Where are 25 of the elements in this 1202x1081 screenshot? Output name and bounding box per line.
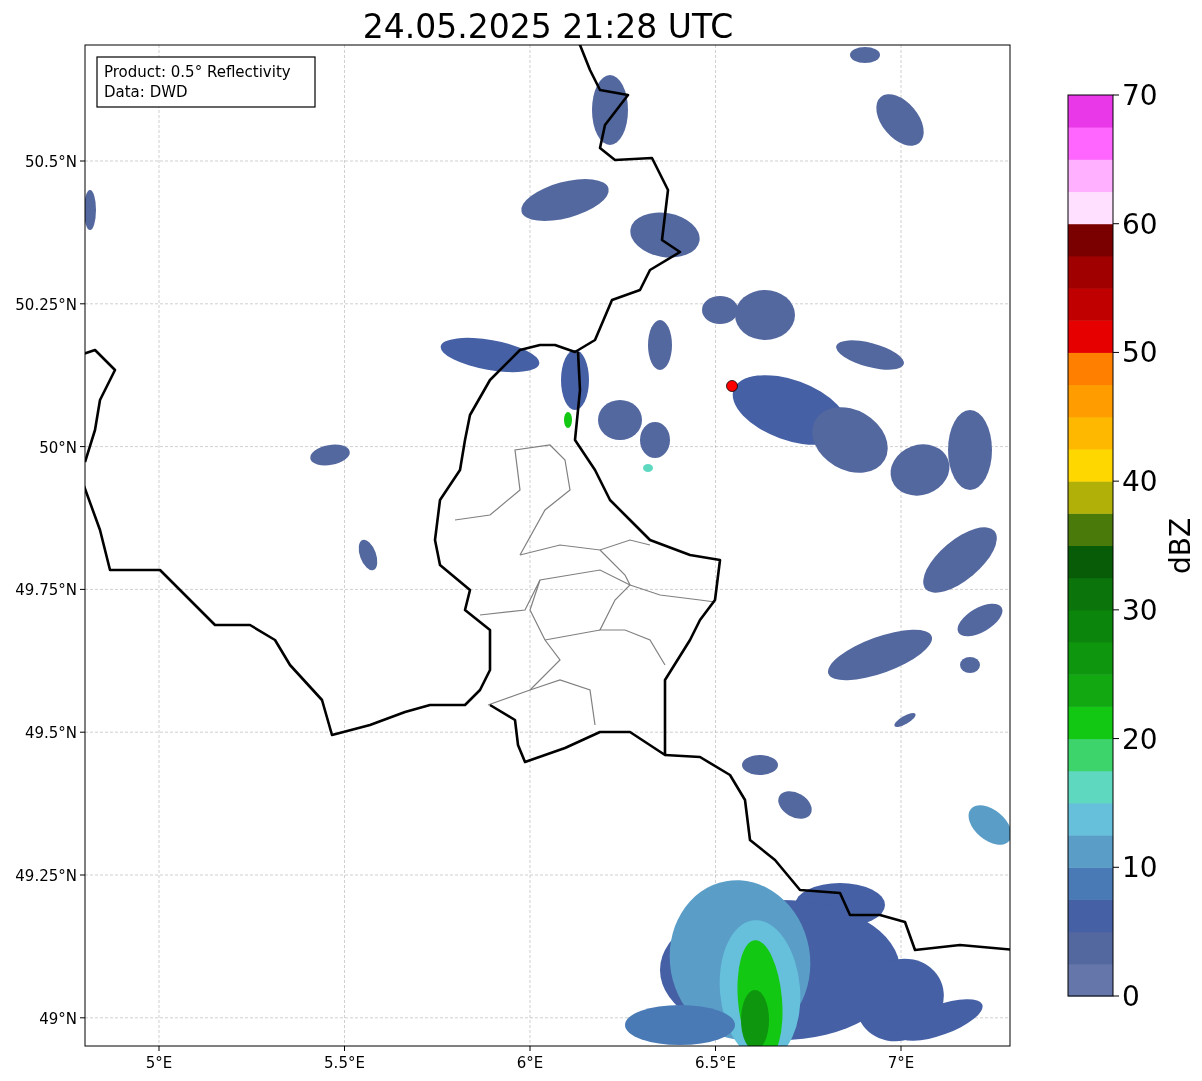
colorbar-label: 20 [1122, 722, 1158, 756]
longitude-label: 7°E [887, 1054, 915, 1072]
colorbar-label: 30 [1122, 593, 1158, 627]
latitude-label: 49.25°N [15, 867, 77, 885]
chart-title: 24.05.2025 21:28 UTC [362, 7, 734, 46]
longitude-label: 5.5°E [324, 1054, 365, 1072]
info-text: Data: DWD [104, 83, 188, 101]
colorbar-label: 0 [1122, 980, 1140, 1013]
colorbar-title: dBZ [1164, 517, 1197, 575]
radar-site-marker [726, 380, 738, 392]
colorbar-label: 10 [1122, 851, 1158, 885]
latitude-label: 49.5°N [24, 724, 77, 743]
longitude-label: 6°E [516, 1054, 544, 1072]
colorbar-label: 40 [1122, 465, 1158, 499]
latitude-label: 49.75°N [15, 581, 77, 600]
info-text: Product: 0.5° Reflectivity [104, 63, 291, 81]
latitude-label: 50.5°N [24, 153, 77, 171]
latitude-label: 50.25°N [15, 295, 77, 314]
longitude-label: 5°E [145, 1054, 173, 1072]
colorbar-label: 60 [1122, 207, 1158, 241]
latitude-label: 50°N [39, 438, 77, 457]
longitude-label: 6.5°E [695, 1054, 736, 1072]
colorbar-label: 70 [1122, 79, 1158, 112]
latitude-label: 49°N [39, 1009, 77, 1028]
colorbar-label: 50 [1122, 336, 1158, 370]
